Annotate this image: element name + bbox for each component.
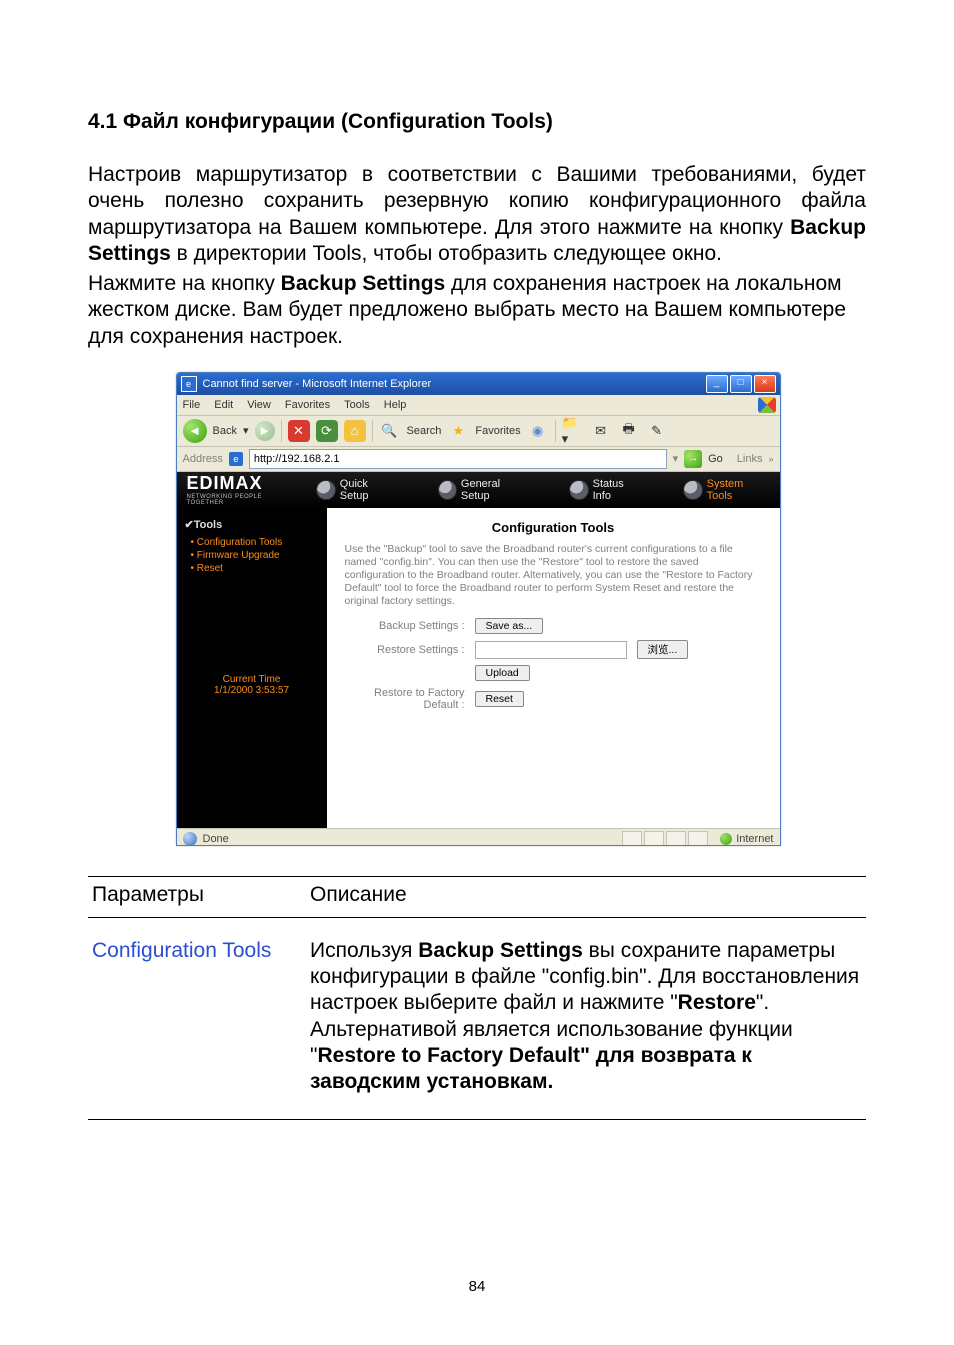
menu-edit[interactable]: Edit (214, 399, 233, 411)
go-button[interactable]: → (684, 450, 702, 468)
page-icon: e (229, 452, 243, 466)
menu-tools[interactable]: Tools (344, 399, 370, 411)
sidebar: ✔Tools • Configuration Tools • Firmware … (177, 508, 327, 828)
browse-button[interactable]: 浏览... (637, 640, 689, 659)
save-as-button[interactable]: Save as... (475, 618, 544, 634)
th-parameters: Параметры (88, 876, 306, 917)
backup-label: Backup Settings : (345, 620, 465, 632)
address-bar: Address e ▾ → Go Links » (177, 447, 780, 472)
status-zone: Internet (736, 833, 773, 845)
tab-system-tools[interactable]: System Tools (683, 478, 769, 502)
forward-icon[interactable]: ► (255, 421, 275, 441)
page-title: Configuration Tools (345, 520, 762, 535)
back-label[interactable]: Back (213, 425, 237, 437)
para-2a: Нажмите на кнопку (88, 272, 281, 295)
parameters-table: Параметры Описание Configuration Tools И… (88, 876, 866, 1121)
window-title: Cannot find server - Microsoft Internet … (203, 378, 706, 390)
favorites-icon[interactable]: ★ (447, 420, 469, 442)
main-content: Configuration Tools Use the "Backup" too… (327, 508, 780, 828)
minimize-button[interactable]: _ (706, 375, 728, 393)
go-label[interactable]: Go (708, 453, 723, 465)
print-icon[interactable]: 🖶 (618, 420, 640, 442)
restore-file-input[interactable] (475, 641, 627, 659)
page-description: Use the "Backup" tool to save the Broadb… (345, 543, 762, 609)
status-panes (622, 831, 708, 846)
current-time-value: 1/1/2000 3:53:57 (185, 685, 319, 696)
globe-icon (316, 480, 335, 500)
internet-zone-icon (720, 833, 732, 845)
sidebar-item-config-tools[interactable]: • Configuration Tools (191, 537, 319, 548)
menu-file[interactable]: File (183, 399, 201, 411)
folder-icon[interactable]: 📁▾ (562, 420, 584, 442)
address-input[interactable] (249, 449, 667, 469)
param-desc: Используя Backup Settings вы сохраните п… (306, 917, 866, 1120)
brand-tagline: NETWORKING PEOPLE TOGETHER (187, 494, 299, 506)
status-bar: Done Internet (177, 828, 780, 846)
mail-icon[interactable]: ✉ (590, 420, 612, 442)
para-1: Настроив маршрутизатор в соответствии с … (88, 162, 866, 267)
edit-icon[interactable]: ✎ (646, 420, 668, 442)
embedded-screenshot: e Cannot find server - Microsoft Interne… (176, 372, 779, 846)
maximize-button[interactable]: □ (730, 375, 752, 393)
para-2: Нажмите на кнопку Backup Settings для со… (88, 271, 866, 350)
menu-favorites[interactable]: Favorites (285, 399, 330, 411)
param-name: Configuration Tools (88, 917, 306, 1120)
page-number: 84 (0, 1278, 954, 1295)
para-1c: в директории Tools, чтобы отобразить сле… (171, 242, 722, 265)
sidebar-section-tools[interactable]: ✔Tools (185, 518, 319, 531)
para-1a: Настроив маршрутизатор в соответствии с … (88, 163, 866, 239)
reset-button[interactable]: Reset (475, 691, 524, 707)
refresh-icon[interactable]: ⟳ (316, 420, 338, 442)
media-icon[interactable]: ◉ (527, 420, 549, 442)
favorites-label[interactable]: Favorites (475, 425, 520, 437)
globe-icon (683, 480, 702, 500)
tab-quick-setup[interactable]: Quick Setup (316, 478, 397, 502)
factory-default-label: Restore to Factory Default : (345, 687, 465, 711)
search-label[interactable]: Search (407, 425, 442, 437)
toolbar: ◄ Back ▾ ► ✕ ⟳ ⌂ 🔍 Search ★ Favorites ◉ … (177, 416, 780, 447)
address-label: Address (183, 453, 223, 465)
ie-icon: e (181, 376, 197, 392)
sidebar-item-reset[interactable]: • Reset (191, 563, 319, 574)
brand-logo: EDIMAX (187, 473, 299, 494)
tab-status-info[interactable]: Status Info (569, 478, 643, 502)
restore-label: Restore Settings : (345, 644, 465, 656)
stop-icon[interactable]: ✕ (288, 420, 310, 442)
th-description: Описание (306, 876, 866, 917)
window-titlebar: e Cannot find server - Microsoft Interne… (177, 373, 780, 395)
tab-general-setup[interactable]: General Setup (438, 478, 530, 502)
upload-button[interactable]: Upload (475, 665, 530, 681)
done-icon (183, 832, 197, 846)
home-icon[interactable]: ⌂ (344, 420, 366, 442)
router-header: EDIMAX NETWORKING PEOPLE TOGETHER Quick … (177, 472, 780, 508)
globe-icon (569, 480, 588, 500)
close-button[interactable]: × (754, 375, 776, 393)
back-icon[interactable]: ◄ (183, 419, 207, 443)
current-time-label: Current Time (185, 674, 319, 685)
links-label[interactable]: Links (737, 453, 763, 465)
status-done: Done (203, 833, 229, 845)
windows-logo-icon (758, 397, 776, 413)
search-icon[interactable]: 🔍 (379, 420, 401, 442)
globe-icon (438, 480, 457, 500)
menu-bar: File Edit View Favorites Tools Help (177, 395, 780, 416)
section-heading: 4.1 Файл конфигурации (Configuration Too… (88, 110, 866, 134)
menu-view[interactable]: View (247, 399, 271, 411)
sidebar-item-firmware[interactable]: • Firmware Upgrade (191, 550, 319, 561)
para-2b: Backup Settings (281, 272, 446, 295)
menu-help[interactable]: Help (384, 399, 407, 411)
